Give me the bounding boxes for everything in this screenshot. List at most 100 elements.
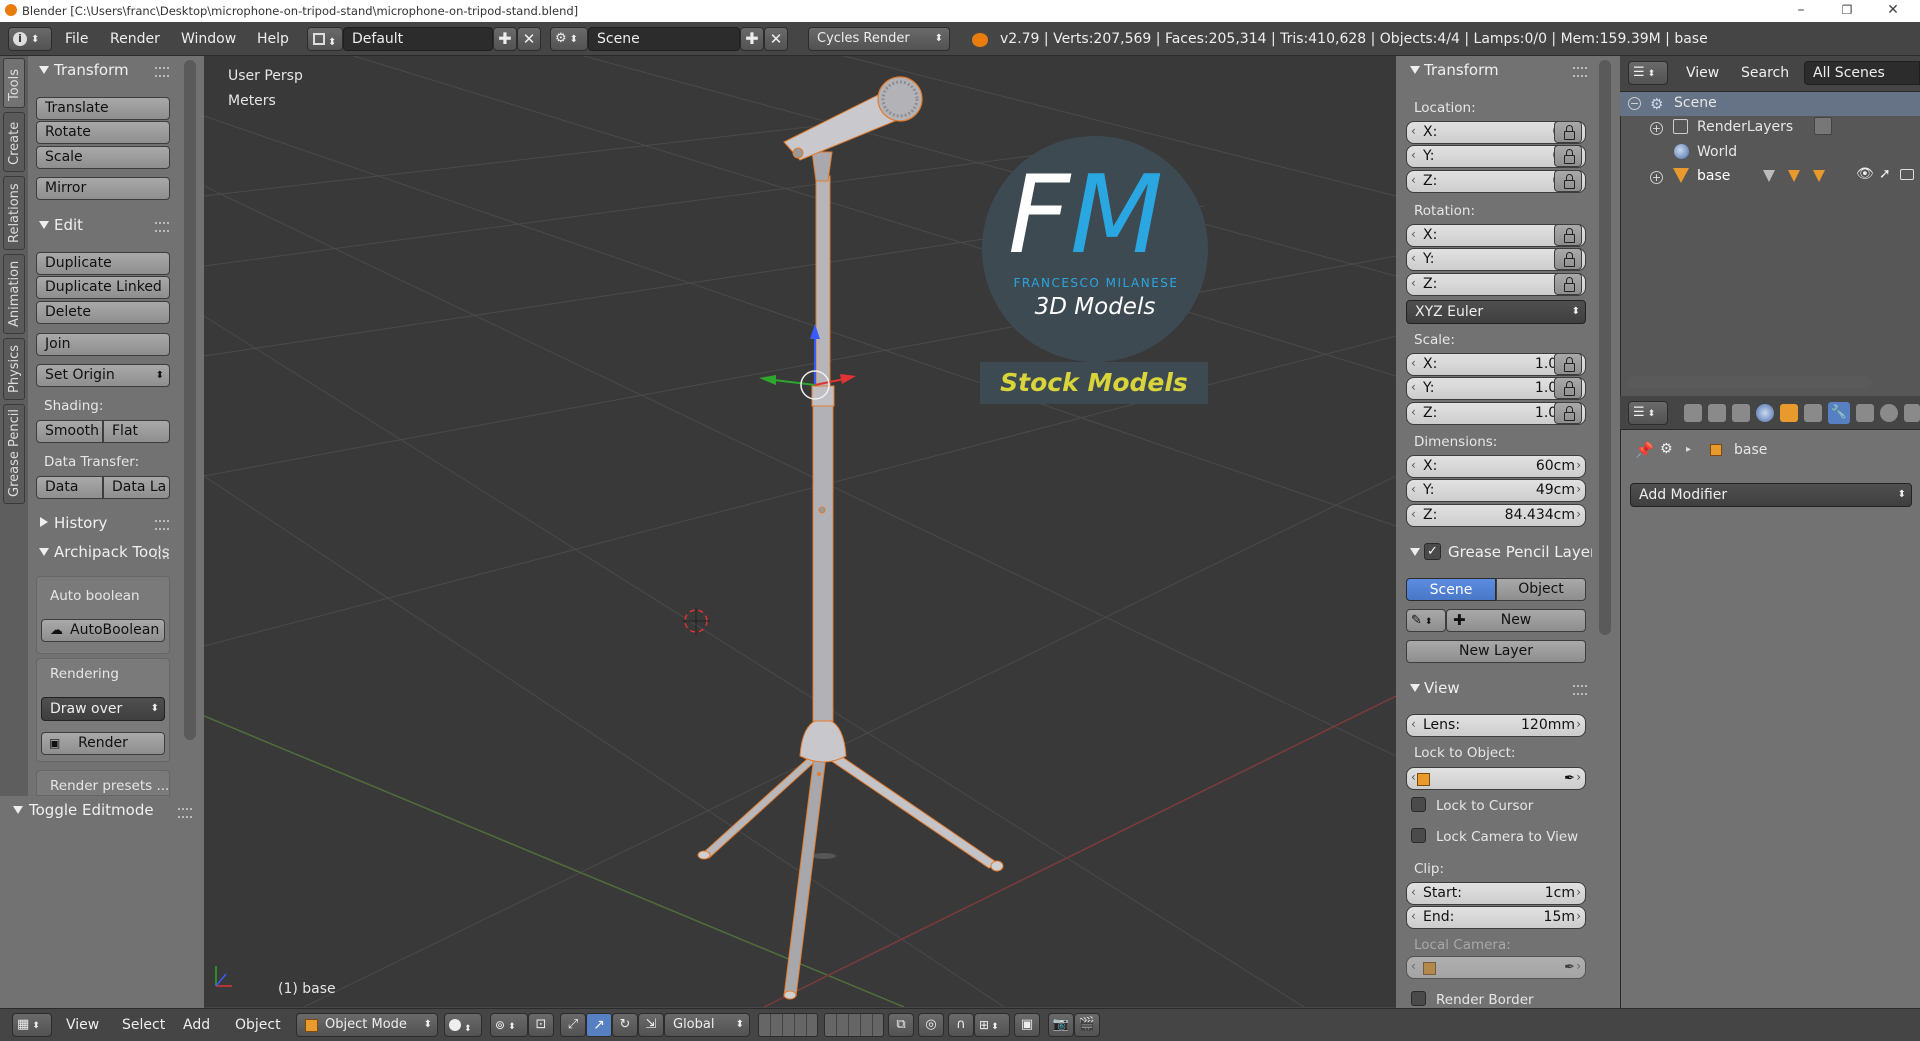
collapse-triangle-icon[interactable]	[1410, 684, 1420, 692]
panel-grip-icon[interactable]	[155, 222, 169, 232]
expand-toggle-icon[interactable]: +	[1650, 171, 1663, 184]
transform-orientation-dropdown[interactable]: Global ⬍	[664, 1013, 750, 1037]
visibility-eye-icon[interactable]: 👁	[1856, 166, 1874, 182]
viewport-shading-button[interactable]: ⬍	[444, 1013, 482, 1037]
grease-pencil-panel-title[interactable]: Grease Pencil Layer	[1448, 543, 1592, 561]
menu-file[interactable]: File	[65, 31, 88, 47]
lock-camera-to-view-checkbox[interactable]	[1411, 828, 1426, 843]
snap-element-button[interactable]: ⊞ ⬍	[974, 1013, 1010, 1037]
toggle-editmode-title[interactable]: Toggle Editmode	[29, 801, 154, 819]
panel-grip-icon[interactable]	[155, 67, 169, 77]
render-button[interactable]: ▣ Render	[41, 732, 165, 755]
auto-boolean-button[interactable]: ☁ AutoBoolean	[41, 619, 165, 642]
duplicate-linked-button[interactable]: Duplicate Linked	[36, 276, 170, 299]
outliner-editor-type-button[interactable]: ☰ ⬍	[1628, 61, 1668, 85]
lock-to-cursor-checkbox[interactable]	[1411, 797, 1426, 812]
scale-button[interactable]: Scale	[36, 146, 170, 169]
delete-button[interactable]: Delete	[36, 301, 170, 324]
object-context-icon[interactable]	[1780, 404, 1798, 422]
mesh-data-context-icon[interactable]	[1856, 404, 1874, 422]
outliner-menu-view[interactable]: View	[1686, 65, 1719, 81]
expand-toggle-icon[interactable]: +	[1650, 122, 1663, 135]
menu-window[interactable]: Window	[181, 31, 236, 47]
translate-manipulator-icon[interactable]: ↗	[586, 1013, 612, 1037]
outliner-item-renderlayers[interactable]: RenderLayers	[1697, 119, 1793, 135]
proportional-editing-icon[interactable]: ◎	[918, 1013, 944, 1037]
tab-physics[interactable]: Physics	[3, 338, 25, 400]
editor-type-info-button[interactable]: i ⬍	[8, 27, 52, 51]
view3d-menu-object[interactable]: Object	[235, 1017, 281, 1033]
join-button[interactable]: Join	[36, 333, 170, 356]
smooth-button[interactable]: Smooth	[36, 420, 103, 443]
view3d-menu-add[interactable]: Add	[183, 1017, 210, 1033]
scene-context-icon[interactable]	[1732, 404, 1750, 422]
lens-field[interactable]: Lens: 120mm	[1406, 714, 1586, 737]
scene-type-button[interactable]: ⚙ ⬍	[550, 27, 588, 51]
new-grease-pencil-button[interactable]: ✚ New	[1446, 609, 1586, 632]
outliner-item-scene[interactable]: Scene	[1674, 95, 1717, 111]
view3d-menu-view[interactable]: View	[66, 1017, 99, 1033]
collapse-toggle-icon[interactable]: −	[1628, 97, 1641, 110]
tool-shelf-scrollbar[interactable]	[184, 60, 196, 740]
close-button[interactable]: ✕	[1870, 0, 1916, 22]
manipulator-toggle-icon[interactable]: ⤢	[560, 1013, 586, 1037]
opengl-render-animation-icon[interactable]: 🎬	[1074, 1013, 1100, 1037]
lock-to-object-field[interactable]: ✒	[1406, 767, 1586, 790]
manipulate-center-points-icon[interactable]: ⊡	[528, 1013, 554, 1037]
flat-button[interactable]: Flat	[103, 420, 170, 443]
minimize-button[interactable]: –	[1778, 0, 1824, 22]
panel-grip-icon[interactable]	[1573, 685, 1587, 695]
lock-rotation-z-icon[interactable]	[1554, 273, 1582, 295]
data-transfer-data-button[interactable]: Data	[36, 476, 103, 499]
transform-panel-title[interactable]: Transform	[54, 61, 129, 79]
grease-pencil-object-tab[interactable]: Object	[1496, 578, 1586, 601]
lock-rotation-y-icon[interactable]	[1554, 248, 1582, 270]
render-border-checkbox[interactable]	[1411, 991, 1426, 1006]
new-layer-button[interactable]: New Layer	[1406, 640, 1586, 663]
lock-location-y-icon[interactable]	[1554, 145, 1582, 167]
history-panel-title[interactable]: History	[54, 514, 107, 532]
remove-scene-icon[interactable]: ✕	[764, 27, 788, 51]
grease-pencil-enable-checkbox[interactable]: ✓	[1424, 543, 1441, 560]
tab-animation[interactable]: Animation	[3, 254, 25, 334]
n-view-panel-title[interactable]: View	[1424, 679, 1460, 697]
lock-scale-y-icon[interactable]	[1554, 377, 1582, 399]
scene-field[interactable]: Scene	[588, 27, 740, 51]
lock-scale-x-icon[interactable]	[1554, 353, 1582, 375]
material-context-icon[interactable]	[1880, 404, 1898, 422]
rotation-mode-dropdown[interactable]: XYZ Euler ⬍	[1406, 300, 1586, 324]
collapse-triangle-icon[interactable]	[39, 221, 49, 229]
lock-location-z-icon[interactable]	[1554, 170, 1582, 192]
duplicate-button[interactable]: Duplicate	[36, 252, 170, 275]
data-transfer-layers-button[interactable]: Data La	[103, 476, 170, 499]
render-layers-context-icon[interactable]	[1708, 404, 1726, 422]
opengl-render-image-icon[interactable]: 📷	[1048, 1013, 1074, 1037]
mirror-button[interactable]: Mirror	[36, 177, 170, 200]
dimension-z-field[interactable]: Z: 84.434cm	[1406, 504, 1586, 527]
outliner-display-mode[interactable]: All Scenes	[1804, 61, 1920, 85]
scene-layers-grid-2[interactable]	[824, 1013, 884, 1037]
tab-tools[interactable]: Tools	[3, 58, 25, 108]
render-engine-dropdown[interactable]: Cycles Render ⬍	[808, 27, 950, 51]
lock-location-x-icon[interactable]	[1554, 121, 1582, 143]
snap-magnet-icon[interactable]: ∩	[948, 1013, 974, 1037]
set-origin-dropdown[interactable]: Set Origin ⬍	[36, 364, 170, 387]
selectability-cursor-icon[interactable]: ➚	[1879, 166, 1891, 182]
world-context-icon[interactable]	[1756, 404, 1774, 422]
render-presets-label[interactable]: Render presets ...	[50, 778, 169, 794]
3d-viewport[interactable]: User Persp Meters (1) base F M FRANCESCO…	[204, 56, 1396, 1007]
panel-grip-icon[interactable]	[155, 520, 169, 530]
modifiers-wrench-icon[interactable]: 🔧	[1828, 402, 1850, 424]
translate-button[interactable]: Translate	[36, 97, 170, 120]
tab-relations[interactable]: Relations	[3, 176, 25, 250]
properties-scrollbar[interactable]	[1599, 60, 1611, 635]
3d-view-editor-type-button[interactable]: ▦ ⬍	[12, 1013, 52, 1037]
dimension-y-field[interactable]: Y: 49cm	[1406, 479, 1586, 502]
render-context-icon[interactable]	[1684, 404, 1702, 422]
grease-pencil-scene-tab[interactable]: Scene	[1406, 578, 1496, 601]
edit-panel-title[interactable]: Edit	[54, 216, 83, 234]
properties-editor-type-button[interactable]: ☰ ⬍	[1628, 401, 1668, 425]
view3d-menu-select[interactable]: Select	[122, 1017, 165, 1033]
panel-grip-icon[interactable]	[178, 808, 192, 818]
interaction-mode-dropdown[interactable]: Object Mode ⬍	[296, 1013, 438, 1037]
